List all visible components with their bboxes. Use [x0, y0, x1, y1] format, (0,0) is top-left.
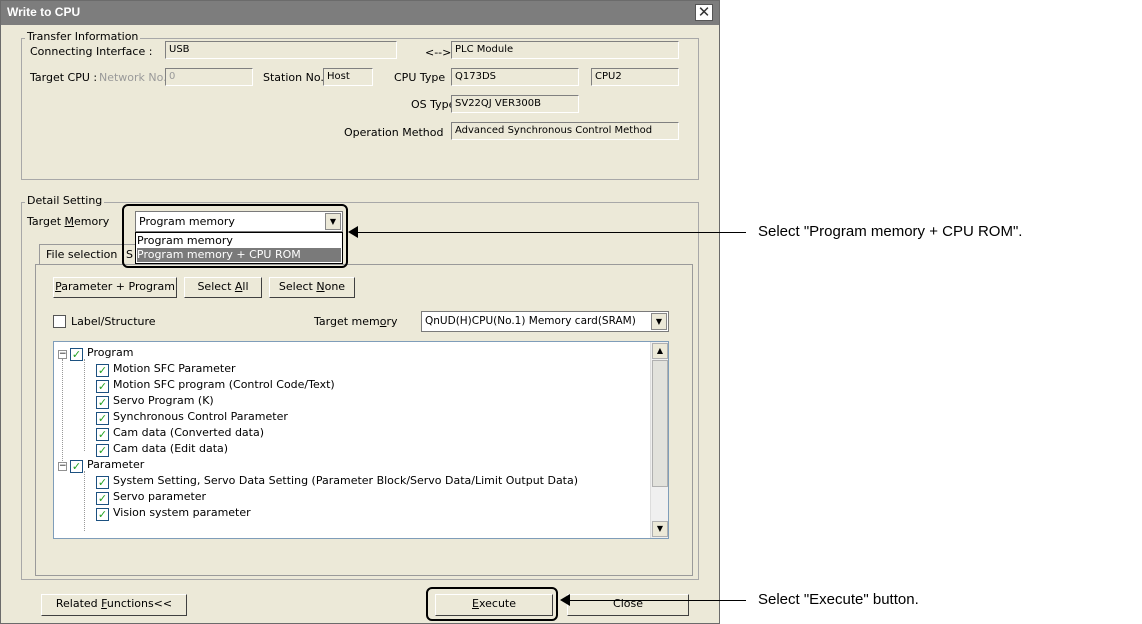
scroll-thumb[interactable] [652, 360, 668, 487]
checkbox-checked-icon[interactable]: ✓ [70, 348, 83, 361]
station-no-field: Host [323, 68, 373, 86]
tree-connector [84, 471, 86, 531]
target-cpu-label: Target CPU : [30, 71, 98, 84]
callout-line-execute [570, 600, 746, 601]
cpu-type-label: CPU Type [394, 71, 446, 84]
callout-memory: Select "Program memory + CPU ROM". [758, 223, 1023, 240]
operation-method-field: Advanced Synchronous Control Method [451, 122, 679, 140]
os-type-label: OS Type [411, 98, 456, 111]
transfer-info-group [21, 38, 699, 180]
checkbox-checked-icon[interactable]: ✓ [96, 396, 109, 409]
checkbox-checked-icon[interactable]: ✓ [96, 508, 109, 521]
select-none-button[interactable]: Select None [269, 277, 355, 298]
close-x-icon[interactable]: ✕ [695, 4, 713, 21]
station-no-label: Station No. [263, 71, 324, 84]
checkbox-checked-icon[interactable]: ✓ [96, 428, 109, 441]
cpu-type-field: Q173DS [451, 68, 579, 86]
callout-arrowhead [348, 226, 358, 238]
collapse-icon[interactable]: − [58, 350, 67, 359]
tree-connector [62, 359, 64, 463]
tree-item[interactable]: ✓ Servo parameter [96, 489, 206, 505]
target-memory2-value: QnUD(H)CPU(No.1) Memory card(SRAM) [425, 315, 636, 327]
callout-arrowhead [560, 594, 570, 606]
scroll-down-icon[interactable]: ▼ [652, 521, 668, 537]
label-structure-checkbox[interactable] [53, 315, 66, 328]
checkbox-checked-icon[interactable]: ✓ [96, 476, 109, 489]
transfer-info-legend: Transfer Information [25, 30, 141, 43]
close-button[interactable]: Close [567, 594, 689, 616]
tree-node-program[interactable]: − ✓ Program [58, 345, 133, 361]
network-no-field: 0 [165, 68, 253, 86]
file-tree[interactable]: − ✓ Program ✓ Motion SFC Parameter ✓ Motion … [53, 341, 669, 539]
arrow-text: <--> [425, 46, 452, 59]
connecting-interface-label: Connecting Interface : [30, 45, 153, 58]
callout-line-memory [358, 232, 746, 233]
collapse-icon[interactable]: − [58, 462, 67, 471]
checkbox-checked-icon[interactable]: ✓ [96, 444, 109, 457]
highlight-execute [426, 587, 558, 621]
window-title: Write to CPU [7, 5, 81, 19]
title-bar: Write to CPU ✕ [1, 1, 719, 25]
tree-item[interactable]: ✓ Cam data (Converted data) [96, 425, 264, 441]
label-structure-label: Label/Structure [71, 315, 156, 328]
write-to-cpu-dialog: Write to CPU ✕ Transfer Information Conn… [0, 0, 720, 624]
tree-item[interactable]: ✓ Motion SFC program (Control Code/Text) [96, 377, 335, 393]
network-no-label: Network No. [99, 71, 167, 84]
tree-scrollbar[interactable]: ▲ ▼ [650, 342, 668, 538]
target-memory-label: Target Memory [27, 215, 110, 228]
target-memory2-select[interactable]: QnUD(H)CPU(No.1) Memory card(SRAM) ▼ [421, 311, 669, 332]
target-memory2-label: Target memory [314, 315, 398, 328]
tree-item[interactable]: ✓ System Setting, Servo Data Setting (Par… [96, 473, 578, 489]
checkbox-checked-icon[interactable]: ✓ [70, 460, 83, 473]
highlight-target-memory [122, 204, 348, 268]
connecting-interface-field: USB [165, 41, 397, 59]
tab-file-selection[interactable]: File selection [39, 244, 123, 265]
related-functions-button[interactable]: Related Functions<< [41, 594, 187, 616]
checkbox-checked-icon[interactable]: ✓ [96, 492, 109, 505]
operation-method-label: Operation Method [344, 126, 444, 139]
cpu-number-field: CPU2 [591, 68, 679, 86]
tree-item[interactable]: ✓ Servo Program (K) [96, 393, 214, 409]
chevron-down-icon[interactable]: ▼ [651, 313, 667, 330]
detail-setting-legend: Detail Setting [25, 194, 105, 207]
tree-node-parameter[interactable]: − ✓ Parameter [58, 457, 144, 473]
tree-item[interactable]: ✓ Vision system parameter [96, 505, 251, 521]
select-all-button[interactable]: Select All [184, 277, 262, 298]
tree-item[interactable]: ✓ Motion SFC Parameter [96, 361, 236, 377]
parameter-program-button[interactable]: Parameter + Program [53, 277, 177, 298]
tree-item[interactable]: ✓ Cam data (Edit data) [96, 441, 228, 457]
checkbox-checked-icon[interactable]: ✓ [96, 412, 109, 425]
checkbox-checked-icon[interactable]: ✓ [96, 380, 109, 393]
callout-execute: Select "Execute" button. [758, 591, 919, 608]
scroll-up-icon[interactable]: ▲ [652, 343, 668, 359]
plc-module-field: PLC Module [451, 41, 679, 59]
tree-connector [84, 359, 86, 451]
checkbox-checked-icon[interactable]: ✓ [96, 364, 109, 377]
os-type-field: SV22QJ VER300B [451, 95, 579, 113]
tree-item[interactable]: ✓ Synchronous Control Parameter [96, 409, 288, 425]
